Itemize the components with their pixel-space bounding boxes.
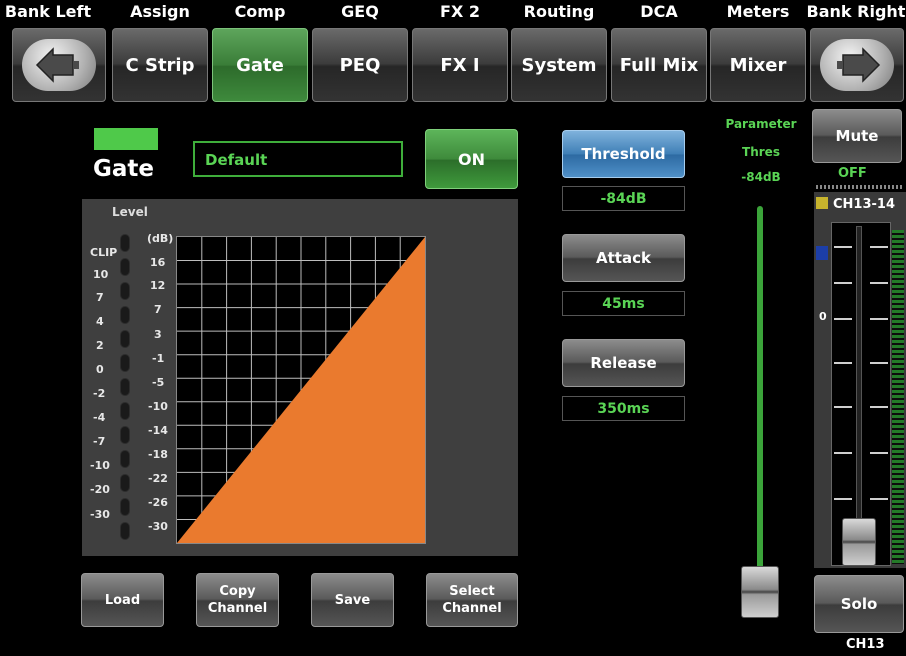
meter-led xyxy=(120,282,130,300)
bank-right-button[interactable] xyxy=(810,28,904,102)
db-scale-label: 16 xyxy=(150,256,166,269)
db-scale-label: -10 xyxy=(148,400,168,413)
preset-name-field[interactable]: Default xyxy=(193,141,403,177)
db-scale-label: -18 xyxy=(148,448,168,461)
gate-transfer-graph[interactable] xyxy=(176,236,426,544)
db-scale-label: -5 xyxy=(152,376,165,389)
save-button[interactable]: Save xyxy=(311,573,394,627)
threshold-button[interactable]: Threshold xyxy=(562,130,685,178)
meter-led xyxy=(120,258,130,276)
level-meter-title: Level xyxy=(112,205,148,219)
bank-left-arrow-icon xyxy=(22,39,96,91)
mute-button[interactable]: Mute xyxy=(812,109,902,163)
meter-led xyxy=(120,474,130,492)
bank-left-button[interactable] xyxy=(12,28,106,102)
meter-led xyxy=(120,234,130,252)
label-geq: GEQ xyxy=(341,2,379,21)
channel-footer-name: CH13 xyxy=(846,637,885,652)
meter-led xyxy=(120,450,130,468)
db-scale-label: -1 xyxy=(152,352,165,365)
channel-side-meter xyxy=(892,230,904,564)
label-assign: Assign xyxy=(130,2,190,21)
channel-level-marker xyxy=(816,246,828,260)
channel-fader-handle[interactable] xyxy=(842,518,876,566)
meter-led xyxy=(120,378,130,396)
label-routing: Routing xyxy=(523,2,595,21)
meter-scale-label: 7 xyxy=(96,291,104,304)
gate-tab-button[interactable]: Gate xyxy=(212,28,308,102)
system-button[interactable]: System xyxy=(511,28,607,102)
release-button[interactable]: Release xyxy=(562,339,685,387)
meter-led xyxy=(120,306,130,324)
peq-button[interactable]: PEQ xyxy=(312,28,408,102)
meter-scale-label: -2 xyxy=(93,387,106,400)
meter-led xyxy=(120,498,130,516)
channel-color-marker xyxy=(816,197,828,209)
channel-fader-slot xyxy=(856,226,862,560)
label-bank-right: Bank Right xyxy=(806,2,906,21)
meter-scale-label: CLIP xyxy=(90,246,118,259)
solo-button[interactable]: Solo xyxy=(814,575,904,633)
meter-scale-label: -7 xyxy=(93,435,106,448)
db-unit-label: (dB) xyxy=(147,232,174,245)
gate-status-indicator xyxy=(94,128,158,150)
gate-title: Gate xyxy=(93,156,154,182)
attack-value: 45ms xyxy=(562,291,685,316)
load-button[interactable]: Load xyxy=(81,573,164,627)
level-meter-leds xyxy=(118,234,132,540)
mute-state-text: OFF xyxy=(838,166,867,181)
attack-button[interactable]: Attack xyxy=(562,234,685,282)
parameter-fader-title: Parameter xyxy=(725,117,797,131)
mixer-button[interactable]: Mixer xyxy=(710,28,806,102)
meter-led xyxy=(120,330,130,348)
label-bank-left: Bank Left xyxy=(4,2,92,21)
label-meters: Meters xyxy=(726,2,790,21)
meter-led xyxy=(120,354,130,372)
threshold-value: -84dB xyxy=(562,186,685,211)
db-scale-label: 3 xyxy=(154,328,162,341)
label-dca: DCA xyxy=(640,2,678,21)
meter-scale-label: -4 xyxy=(93,411,106,424)
db-scale-label: 7 xyxy=(154,303,162,316)
meter-scale-label: 10 xyxy=(93,268,109,281)
db-scale-label: -22 xyxy=(148,472,168,485)
full-mix-button[interactable]: Full Mix xyxy=(611,28,707,102)
bank-right-arrow-icon xyxy=(820,39,894,91)
channel-top-meter xyxy=(816,185,904,189)
db-scale-label: -30 xyxy=(148,520,168,533)
meter-scale-label: 0 xyxy=(96,363,104,376)
c-strip-button[interactable]: C Strip xyxy=(112,28,208,102)
release-value: 350ms xyxy=(562,396,685,421)
parameter-fader-handle[interactable] xyxy=(741,566,779,618)
meter-scale-label: 2 xyxy=(96,339,104,352)
select-channel-button[interactable]: Select Channel xyxy=(426,573,518,627)
copy-channel-button[interactable]: Copy Channel xyxy=(196,573,279,627)
meter-led xyxy=(120,522,130,540)
parameter-fader-track[interactable] xyxy=(757,206,763,576)
gate-on-button[interactable]: ON xyxy=(425,129,518,189)
label-fx2: FX 2 xyxy=(440,2,480,21)
channel-strip-name: CH13-14 xyxy=(833,197,895,212)
parameter-fader-name: Thres xyxy=(742,145,780,159)
parameter-fader-value: -84dB xyxy=(741,170,781,184)
meter-scale-label: -20 xyxy=(90,483,110,496)
fx1-button[interactable]: FX I xyxy=(412,28,508,102)
label-comp: Comp xyxy=(234,2,286,21)
meter-led xyxy=(120,426,130,444)
meter-scale-label: 4 xyxy=(96,315,104,328)
meter-scale-label: -10 xyxy=(90,459,110,472)
meter-scale-label: -30 xyxy=(90,508,110,521)
fader-zero-mark: 0 xyxy=(819,310,827,323)
db-scale-label: -26 xyxy=(148,496,168,509)
meter-led xyxy=(120,402,130,420)
db-scale-label: 12 xyxy=(150,279,166,292)
db-scale-label: -14 xyxy=(148,424,168,437)
